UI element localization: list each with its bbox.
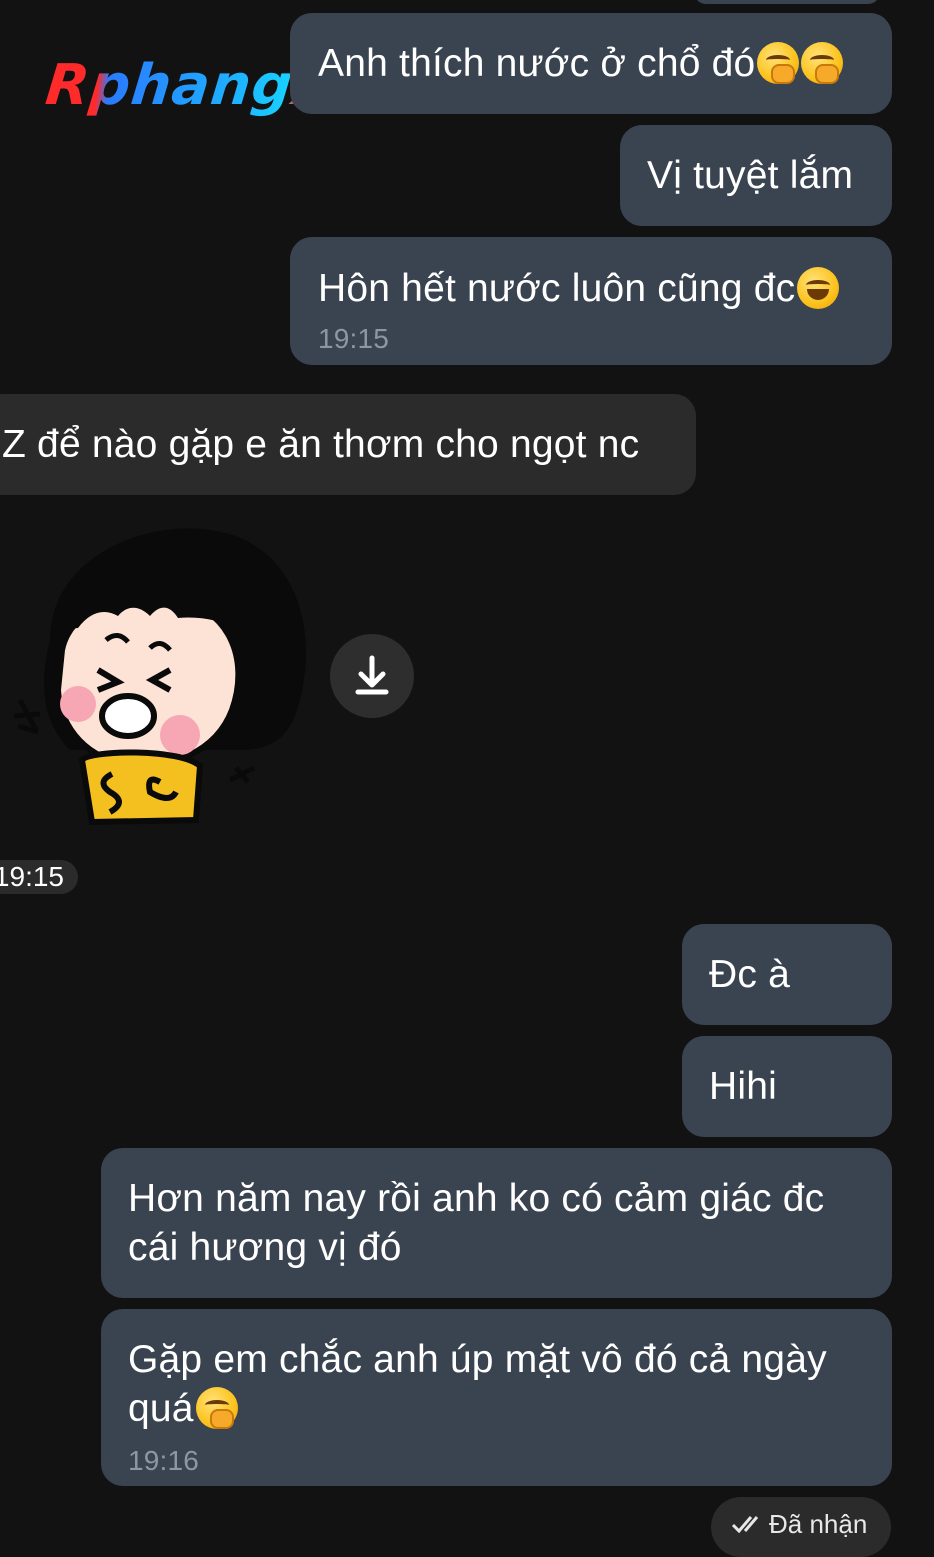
message-bubble-outgoing[interactable]: Anh thích nước ở chổ đó	[290, 13, 892, 114]
message-text-line: Hơn năm nay rồi anh ko có cảm giác đc	[128, 1177, 825, 1220]
message-bubble-incoming[interactable]: Z để nào gặp e ăn thơm cho ngọt nc	[0, 394, 696, 495]
message-text: Vị tuyệt lắm	[647, 154, 854, 197]
message-timestamp: 19:16	[128, 1445, 200, 1476]
girl-laughing-sticker	[13, 528, 307, 826]
message-text: Đc à	[709, 953, 790, 996]
face-hand-over-mouth-icon	[801, 42, 844, 84]
message-text: Anh thích nước ở chổ đó	[318, 42, 756, 85]
message-bubble-outgoing[interactable]: Hihi	[682, 1036, 892, 1137]
message-text-line: quá	[128, 1387, 194, 1430]
sticker-message[interactable]	[0, 520, 320, 840]
face-hand-over-mouth-icon	[757, 42, 800, 84]
message-timestamp: 19:15	[0, 860, 78, 894]
double-check-icon	[731, 1516, 759, 1534]
message-bubble-outgoing[interactable]: Vị tuyệt lắm	[620, 125, 892, 226]
download-button[interactable]	[330, 634, 414, 718]
message-text: Z để nào gặp e ăn thơm cho ngọt nc	[2, 423, 640, 466]
rolling-laughing-icon	[797, 267, 840, 309]
face-hand-over-mouth-icon	[195, 1387, 238, 1429]
message-text: Hôn hết nước luôn cũng đc	[318, 267, 796, 310]
message-text: Hihi	[709, 1065, 777, 1108]
download-icon	[355, 655, 389, 695]
message-text-line: cái hương vị đó	[128, 1226, 402, 1269]
message-bubble-outgoing[interactable]: Gặp em chắc anh úp mặt vô đó cả ngày quá…	[101, 1309, 892, 1486]
message-bubble-outgoing[interactable]: Hơn năm nay rồi anh ko có cảm giác đc cá…	[101, 1148, 892, 1298]
delivery-status-text: Đã nhận	[769, 1509, 868, 1539]
message-timestamp: 19:15	[318, 323, 390, 354]
message-bubble-outgoing[interactable]: Đc à	[682, 924, 892, 1025]
delivery-status: Đã nhận	[711, 1497, 891, 1557]
message-text-line: Gặp em chắc anh úp mặt vô đó cả ngày	[128, 1338, 827, 1381]
previous-message-edge	[694, 0, 880, 4]
message-bubble-outgoing[interactable]: Hôn hết nước luôn cũng đc 19:15	[290, 237, 892, 365]
